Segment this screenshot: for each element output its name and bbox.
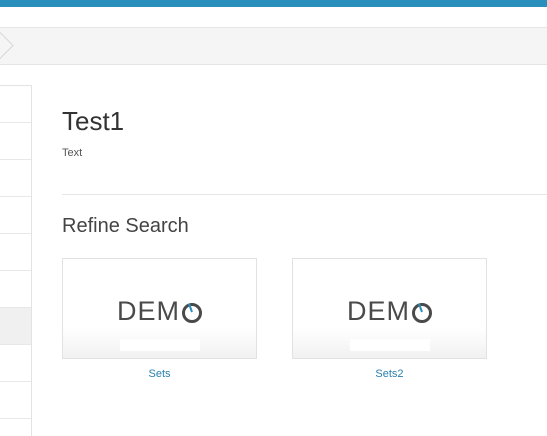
category-link-sets2[interactable]: Sets2 [292, 368, 487, 380]
breadcrumb [0, 28, 547, 65]
sidebar-item[interactable] [0, 197, 31, 234]
refine-search-heading: Refine Search [62, 215, 189, 237]
power-o-icon [412, 303, 432, 323]
sidebar-item[interactable] [0, 160, 31, 197]
category-thumbnail[interactable]: DEM [292, 258, 487, 359]
breadcrumb-separator-icon [0, 29, 14, 62]
power-o-icon [182, 303, 202, 323]
sidebar-item[interactable] [0, 86, 31, 123]
category-card-sets2[interactable]: DEM Sets2 [292, 258, 487, 380]
demo-logo-icon: DEM [293, 297, 486, 325]
thumbnail-base [120, 339, 200, 351]
page-title: Test1 [62, 106, 125, 136]
category-thumbnail[interactable]: DEM [62, 258, 257, 359]
sidebar-item[interactable] [0, 123, 31, 160]
sidebar [0, 85, 32, 436]
sidebar-item[interactable] [0, 382, 31, 419]
category-link-sets[interactable]: Sets [62, 368, 257, 380]
demo-logo-icon: DEM [63, 297, 256, 325]
header-area [0, 7, 547, 28]
page-description: Text [62, 147, 83, 159]
thumbnail-base [350, 339, 430, 351]
top-accent-bar [0, 0, 547, 7]
sidebar-item[interactable] [0, 345, 31, 382]
sidebar-item-active[interactable] [0, 308, 31, 345]
divider [62, 194, 547, 195]
sidebar-item[interactable] [0, 234, 31, 271]
sidebar-item[interactable] [0, 271, 31, 308]
category-card-sets[interactable]: DEM Sets [62, 258, 257, 380]
